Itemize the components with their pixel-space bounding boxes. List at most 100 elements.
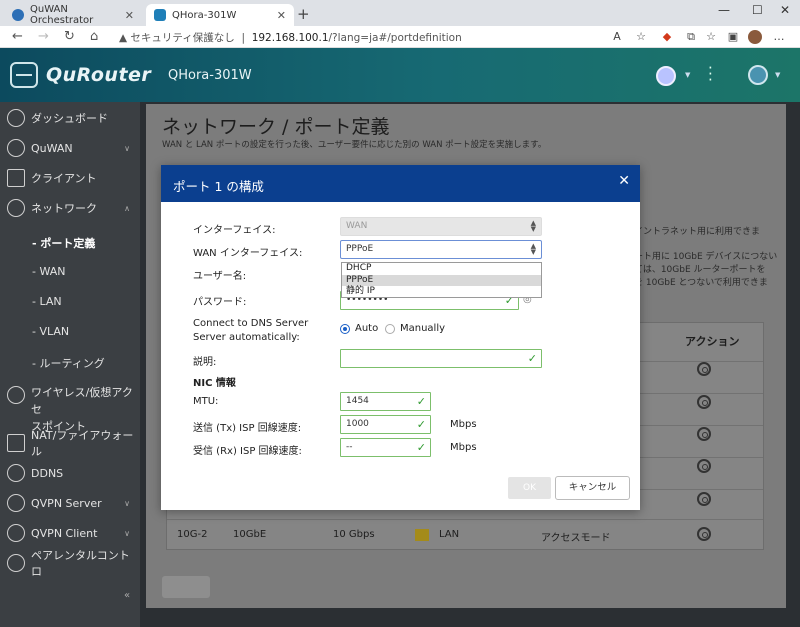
settings-gear-icon[interactable] [697, 427, 711, 441]
qhora-favicon-icon [154, 9, 166, 21]
user-account-icon[interactable] [656, 66, 676, 86]
tx-speed-field[interactable]: 1000 ✓ [340, 415, 431, 434]
vpn-client-icon [7, 524, 25, 542]
cancel-button[interactable]: キャンセル [555, 476, 630, 500]
valid-check-icon: ✓ [416, 441, 426, 454]
settings-gear-icon[interactable] [697, 362, 711, 376]
device-name: QHora-301W [168, 68, 252, 83]
read-aloud-icon[interactable]: A [610, 30, 624, 44]
caret-down-icon[interactable]: ▼ [775, 71, 780, 79]
description-field[interactable]: ✓ [340, 349, 542, 368]
favorites-bar-icon[interactable]: ☆ [704, 30, 718, 44]
reload-icon[interactable]: ↻ [64, 29, 75, 44]
caret-down-icon[interactable]: ▼ [685, 71, 690, 79]
sidebar-item-clients[interactable]: クライアント [0, 166, 140, 190]
ok-button[interactable]: OK [508, 477, 551, 499]
sidebar-item-nat-firewall[interactable]: NAT/ファイアウォール [0, 429, 140, 458]
sidebar-item-dashboard[interactable]: ダッシュボード [0, 106, 140, 130]
tx-speed-value: 1000 [346, 419, 369, 429]
sidebar-subitem-vlan[interactable]: - VLAN [32, 325, 69, 338]
rx-speed-field[interactable]: -- ✓ [340, 438, 431, 457]
radio-label: Manually [400, 323, 446, 334]
chevron-down-icon: ∨ [124, 528, 130, 538]
maximize-icon[interactable]: ☐ [752, 3, 763, 17]
apply-button[interactable] [162, 576, 210, 598]
option-pppoe[interactable]: PPPoE [342, 274, 541, 286]
close-tab-icon[interactable]: ✕ [277, 9, 286, 22]
sidebar-item-quwan[interactable]: QuWAN ∨ [0, 136, 140, 160]
settings-gear-icon[interactable] [697, 527, 711, 541]
url-host: 192.168.100.1 [251, 32, 329, 44]
tx-unit: Mbps [450, 419, 477, 430]
settings-gear-icon[interactable] [697, 459, 711, 473]
dns-auto-radio[interactable]: Auto [340, 323, 378, 334]
browser-tab-qhora[interactable]: QHora-301W ✕ [146, 4, 294, 26]
settings-gear-icon[interactable] [697, 395, 711, 409]
sidebar-subitem-port-definition[interactable]: - ポート定義 [32, 235, 95, 251]
chevron-down-icon: ∨ [124, 498, 130, 508]
dns-label-line2: Server automatically: [193, 332, 300, 343]
sidebar-subitem-routing[interactable]: - ルーティング [32, 355, 105, 371]
profile-avatar-icon[interactable] [748, 30, 762, 44]
sidebar-subitem-wan[interactable]: - WAN [32, 265, 66, 278]
sidebar-item-qvpn-client[interactable]: QVPN Client ∨ [0, 521, 140, 545]
sidebar-item-label: クライアント [31, 172, 97, 185]
browser-menu-icon[interactable]: … [772, 30, 786, 44]
parental-icon [7, 554, 25, 572]
close-tab-icon[interactable]: ✕ [125, 9, 134, 22]
info-text: を 10GbE とつないで利用できま [634, 278, 768, 288]
extension-icon[interactable]: ◆ [660, 30, 674, 44]
collections-add-icon[interactable]: ▣ [726, 30, 740, 44]
new-tab-icon[interactable]: + [297, 5, 310, 23]
browser-tab-quwan[interactable]: QuWAN Orchestrator ✕ [4, 4, 142, 26]
warning-icon: ▲ [119, 32, 128, 44]
mtu-label: MTU: [193, 396, 219, 407]
sidebar-item-network[interactable]: ネットワーク ∧ [0, 196, 140, 220]
minimize-icon[interactable]: — [718, 3, 730, 17]
option-static-ip[interactable]: 静的 IP [342, 286, 541, 298]
quwan-favicon-icon [12, 9, 24, 21]
sidebar-item-qvpn-server[interactable]: QVPN Server ∨ [0, 491, 140, 515]
url-field[interactable]: ▲ セキュリティ保護なし | 192.168.100.1/?lang=ja#/p… [119, 30, 462, 45]
dialog-title: ポート 1 の構成 [173, 179, 264, 194]
radio-label: Auto [355, 323, 379, 334]
collections-icon[interactable]: ⧉ [684, 30, 698, 44]
mtu-value: 1454 [346, 396, 369, 406]
sidebar-collapse-icon[interactable]: « [124, 590, 130, 601]
sidebar-item-wireless[interactable]: ワイヤレス/仮想アクセ スポイント [0, 384, 140, 433]
home-icon[interactable]: ⌂ [90, 29, 98, 44]
info-text: イントラネット用に利用できま [634, 227, 761, 237]
sidebar-subitem-lan[interactable]: - LAN [32, 295, 62, 308]
network-status-icon[interactable] [748, 65, 768, 85]
brand-name: QuRouter [46, 64, 152, 86]
tx-speed-label: 送信 (Tx) ISP 回線速度: [193, 423, 302, 434]
wan-interface-select[interactable]: PPPoE ▲ ▼ [340, 240, 542, 259]
favorite-star-icon[interactable]: ☆ [634, 30, 648, 44]
rx-speed-label: 受信 (Rx) ISP 回線速度: [193, 446, 302, 457]
table-row: 10G-2 10GbE 10 Gbps LAN アクセスモード [167, 521, 763, 549]
select-arrows-icon: ▲ ▼ [530, 219, 536, 233]
clients-icon [7, 169, 25, 187]
forward-icon[interactable]: → [38, 29, 49, 44]
interface-label: インターフェイス: [193, 225, 276, 236]
sidebar-item-ddns[interactable]: DDNS [0, 461, 140, 485]
dns-manual-radio[interactable]: Manually [385, 323, 445, 334]
window-close-icon[interactable]: ✕ [780, 3, 790, 17]
option-dhcp[interactable]: DHCP [342, 263, 541, 275]
radio-unselected-icon [385, 323, 395, 334]
sidebar-item-parental-control[interactable]: ペアレンタルコントロ [0, 549, 140, 578]
valid-check-icon: ✓ [416, 418, 426, 431]
close-icon[interactable]: ✕ [618, 173, 630, 189]
page-title: ネットワーク / ポート定義 [162, 116, 390, 138]
cell-speed: 10GbE [233, 529, 267, 540]
wan-interface-label: WAN インターフェイス: [193, 248, 303, 259]
ddns-icon [7, 464, 25, 482]
settings-gear-icon[interactable] [697, 492, 711, 506]
cell-port: 10G-2 [177, 529, 208, 540]
more-options-icon[interactable]: · · · [708, 61, 713, 88]
port-config-dialog: ポート 1 の構成 ✕ インターフェイス: WAN ▲ ▼ WAN インターフェイ… [161, 165, 640, 510]
radio-selected-icon [340, 323, 350, 334]
back-icon[interactable]: ← [12, 29, 23, 44]
mtu-field[interactable]: 1454 ✓ [340, 392, 431, 411]
vpn-server-icon [7, 494, 25, 512]
